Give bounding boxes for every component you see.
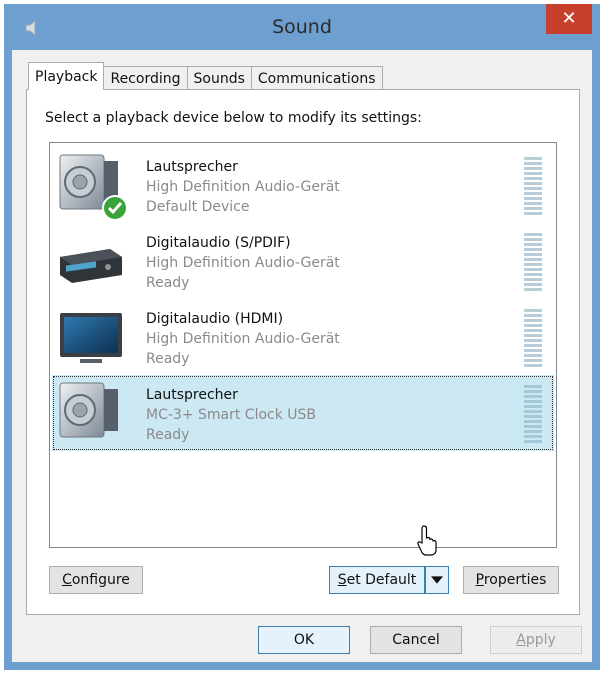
monitor-icon [60, 313, 122, 363]
playback-panel: Select a playback device below to modify… [26, 89, 580, 615]
instruction-text: Select a playback device below to modify… [45, 110, 422, 126]
device-status: Ready [146, 427, 190, 443]
device-list[interactable]: Lautsprecher High Definition Audio-Gerät… [49, 142, 557, 548]
configure-button[interactable]: Configure [49, 566, 143, 594]
close-button[interactable]: ✕ [546, 4, 592, 34]
level-meter [524, 233, 542, 291]
level-meter [524, 385, 542, 443]
device-item[interactable]: Digitalaudio (S/PDIF) High Definition Au… [52, 223, 554, 299]
device-status: Default Device [146, 199, 250, 215]
cancel-button[interactable]: Cancel [370, 626, 462, 654]
properties-button[interactable]: Properties [463, 566, 559, 594]
tab-recording[interactable]: Recording [103, 66, 188, 90]
device-name: Digitalaudio (HDMI) [146, 311, 284, 327]
apply-button[interactable]: Apply [490, 626, 582, 654]
set-default-dropdown-button[interactable] [425, 566, 449, 594]
device-description: MC-3+ Smart Clock USB [146, 407, 317, 423]
device-item-selected[interactable]: Lautsprecher MC-3+ Smart Clock USB Ready [52, 375, 554, 451]
properties-label-rest: roperties [483, 572, 547, 588]
apply-label-rest: pply [525, 632, 556, 648]
tab-communications[interactable]: Communications [250, 66, 383, 90]
tab-playback[interactable]: Playback [28, 62, 105, 90]
ok-button[interactable]: OK [258, 626, 350, 654]
speaker-icon [59, 382, 118, 438]
tab-sounds[interactable]: Sounds [186, 66, 252, 90]
device-description: High Definition Audio-Gerät [146, 179, 340, 195]
device-status: Ready [146, 351, 190, 367]
dialog-client-area: Playback Recording Sounds Communications… [12, 50, 592, 662]
device-item[interactable]: Digitalaudio (HDMI) High Definition Audi… [52, 299, 554, 375]
device-description: High Definition Audio-Gerät [146, 255, 340, 271]
level-meter [524, 309, 542, 367]
default-device-check-icon [102, 195, 128, 221]
receiver-icon [60, 249, 122, 283]
set-default-label-rest: et Default [346, 572, 417, 588]
configure-label-rest: onfigure [71, 572, 130, 588]
dropdown-arrow-icon [431, 576, 443, 584]
title-bar[interactable]: Sound ✕ [4, 4, 600, 50]
device-name: Digitalaudio (S/PDIF) [146, 235, 291, 251]
sound-window: Sound ✕ Playback Recording Sounds Commun… [4, 4, 600, 670]
window-title: Sound [272, 16, 332, 38]
set-default-button[interactable]: Set Default [329, 566, 425, 594]
tab-strip: Playback Recording Sounds Communications [28, 62, 383, 90]
device-status: Ready [146, 275, 190, 291]
device-name: Lautsprecher [146, 387, 238, 403]
device-item[interactable]: Lautsprecher High Definition Audio-Gerät… [52, 147, 554, 223]
level-meter [524, 157, 542, 215]
device-description: High Definition Audio-Gerät [146, 331, 340, 347]
device-name: Lautsprecher [146, 159, 238, 175]
